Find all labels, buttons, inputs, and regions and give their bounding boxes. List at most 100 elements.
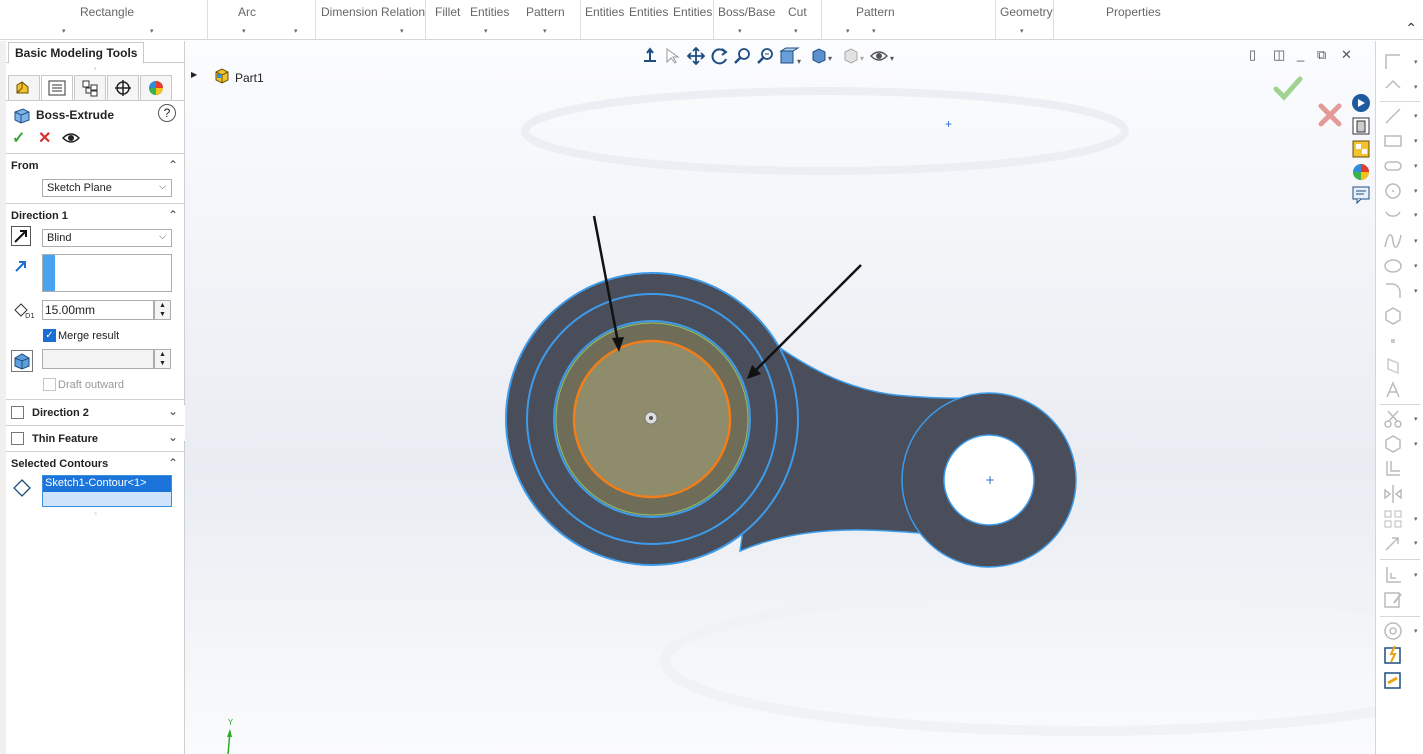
ribbon-group-entities[interactable]: Entities Entities Entities	[581, 0, 714, 40]
ribbon-group-arc[interactable]: Arc ▾ ▾	[208, 0, 316, 40]
chevron-down-icon[interactable]: ▾	[62, 27, 66, 35]
chevron-down-icon[interactable]: ▾	[1414, 627, 1418, 635]
hide-show-icon[interactable]: ▾	[842, 47, 866, 68]
draft-angle-input[interactable]	[42, 349, 154, 369]
chevron-up-icon[interactable]: ⌃	[1405, 20, 1417, 37]
chevron-down-icon[interactable]: ▾	[872, 27, 876, 35]
rotate-icon[interactable]	[710, 47, 730, 68]
configuration-manager-icon[interactable]	[74, 75, 106, 100]
section-direction2[interactable]: Direction 2 ⌄	[6, 399, 184, 425]
chevron-down-icon[interactable]: ▾	[1020, 27, 1024, 35]
contour-list-item[interactable]: Sketch1-Contour<1>	[43, 476, 171, 492]
chevron-down-icon[interactable]: ⌄	[168, 430, 178, 444]
red-cross-icon[interactable]	[1318, 103, 1342, 130]
ellipse-icon[interactable]	[1382, 255, 1404, 277]
chevron-down-icon[interactable]: ▾	[1414, 515, 1418, 523]
corner-rectangle-icon[interactable]	[1382, 51, 1404, 73]
chevron-down-icon[interactable]: ▾	[484, 27, 488, 35]
chevron-up-icon[interactable]: ⌃	[168, 158, 178, 172]
view-display-icon[interactable]: ▾	[810, 47, 834, 68]
chevron-down-icon[interactable]: ▾	[543, 27, 547, 35]
part-name[interactable]: Part1	[235, 71, 264, 85]
chevron-down-icon[interactable]: ▾	[1414, 162, 1418, 170]
contour-list[interactable]: Sketch1-Contour<1>	[42, 475, 172, 507]
text-icon[interactable]	[1382, 379, 1404, 401]
chevron-down-icon[interactable]: ▾	[1414, 187, 1418, 195]
depth-input[interactable]: 15.00mm	[42, 300, 154, 320]
drag-handle-icon[interactable]: ◦	[6, 63, 184, 75]
ribbon-group-fillet[interactable]: Fillet Entities Pattern ▾ ▾	[426, 0, 581, 40]
property-manager-icon[interactable]	[41, 75, 73, 100]
instant-2d-icon[interactable]	[1382, 669, 1404, 691]
draft-outward-checkbox[interactable]	[43, 378, 56, 391]
tab-basic-modeling-tools[interactable]: Basic Modeling Tools	[8, 42, 145, 64]
split-icon[interactable]: ◫	[1273, 47, 1285, 63]
chevron-down-icon[interactable]: ▾	[1414, 112, 1418, 120]
move-entities-icon[interactable]	[1382, 532, 1404, 554]
merge-result-checkbox[interactable]: ✓	[43, 329, 56, 342]
arc-icon[interactable]	[1382, 204, 1404, 226]
chevron-down-icon[interactable]: ▾	[738, 27, 742, 35]
chevron-down-icon[interactable]: ▾	[1414, 440, 1418, 448]
plane-icon[interactable]	[1382, 355, 1404, 377]
chevron-down-icon[interactable]: ▾	[846, 27, 850, 35]
chevron-down-icon[interactable]: ▾	[1414, 539, 1418, 547]
chevron-down-icon[interactable]: ▾	[294, 27, 298, 35]
chevron-down-icon[interactable]: ▾	[1414, 137, 1418, 145]
chevron-down-icon[interactable]: ▾	[242, 27, 246, 35]
draft-icon[interactable]	[11, 350, 33, 375]
zoom-area-icon[interactable]	[756, 47, 776, 68]
reverse-direction-icon[interactable]	[11, 226, 31, 249]
chevron-down-icon[interactable]: ▾	[1414, 237, 1418, 245]
trim-icon[interactable]	[1382, 408, 1404, 430]
eye-icon[interactable]	[61, 131, 81, 151]
section-thin-feature[interactable]: Thin Feature ⌄	[6, 425, 184, 451]
file-explorer-icon[interactable]	[1350, 138, 1372, 160]
help-icon[interactable]: ?	[158, 104, 176, 122]
linear-pattern-icon[interactable]	[1382, 508, 1404, 530]
green-check-icon[interactable]	[1273, 75, 1303, 104]
chevron-down-icon[interactable]: ▾	[1414, 571, 1418, 579]
slot-icon[interactable]	[1382, 155, 1404, 177]
appearance-icon[interactable]: ▾	[870, 47, 896, 68]
thin-feature-checkbox[interactable]	[11, 432, 24, 445]
ribbon-group-geometry[interactable]: Geometry ▾	[996, 0, 1054, 40]
section-from-header[interactable]: From ⌃	[6, 154, 184, 178]
chevron-up-icon[interactable]: ⌃	[168, 208, 178, 222]
drag-handle-icon[interactable]: ◦	[6, 508, 185, 520]
expand-caret-icon[interactable]: ▶	[191, 70, 197, 79]
end-condition-select[interactable]: Blind ⌵	[42, 229, 172, 247]
section-direction1-header[interactable]: Direction 1 ⌃	[6, 204, 184, 228]
section-view-icon[interactable]: ▾	[779, 47, 803, 68]
view-orientation-icon[interactable]	[640, 47, 660, 68]
chevron-up-icon[interactable]: ⌃	[168, 456, 178, 470]
appearances-scenes-icon[interactable]	[1350, 161, 1372, 183]
cancel-button[interactable]: ✕	[38, 129, 51, 149]
section-selected-contours-header[interactable]: Selected Contours ⌃	[6, 452, 184, 476]
close-icon[interactable]: ✕	[1341, 47, 1352, 63]
custom-properties-icon[interactable]	[1350, 184, 1372, 206]
chevron-down-icon[interactable]: ▾	[794, 27, 798, 35]
design-library-icon[interactable]	[1350, 115, 1372, 137]
ribbon-group-rectangle[interactable]: Rectangle ▾ ▾	[0, 0, 208, 40]
restore-icon[interactable]: ⧉	[1317, 47, 1326, 63]
display-manager-icon[interactable]	[140, 75, 172, 100]
select-icon[interactable]	[664, 47, 680, 68]
display-relations-icon[interactable]	[1382, 564, 1404, 586]
chevron-down-icon[interactable]: ▾	[150, 27, 154, 35]
chevron-down-icon[interactable]: ▾	[1414, 287, 1418, 295]
line-chain-icon[interactable]	[1382, 76, 1404, 98]
chevron-down-icon[interactable]: ▾	[1414, 211, 1418, 219]
pan-icon[interactable]	[686, 46, 706, 68]
ribbon-group-pattern[interactable]: Pattern ▾ ▾	[822, 0, 996, 40]
draft-angle-spinner[interactable]: ▲ ▼	[154, 349, 171, 369]
zoom-to-fit-icon[interactable]	[733, 47, 753, 68]
repair-sketch-icon[interactable]	[1382, 589, 1404, 611]
ribbon-group-dimension[interactable]: Dimension Relation ▾	[316, 0, 426, 40]
direction-reference-box[interactable]	[42, 254, 172, 292]
graphics-area[interactable]: + + ▶ Part1 ▾ ▾ ▾ ▾ ▯ ◫ _ ⧉ ✕ Y	[185, 41, 1375, 754]
chevron-down-icon[interactable]: ▾	[1414, 262, 1418, 270]
ok-button[interactable]: ✓	[12, 129, 25, 149]
polygon-icon[interactable]	[1382, 305, 1404, 327]
solidworks-resources-icon[interactable]	[1350, 92, 1372, 114]
